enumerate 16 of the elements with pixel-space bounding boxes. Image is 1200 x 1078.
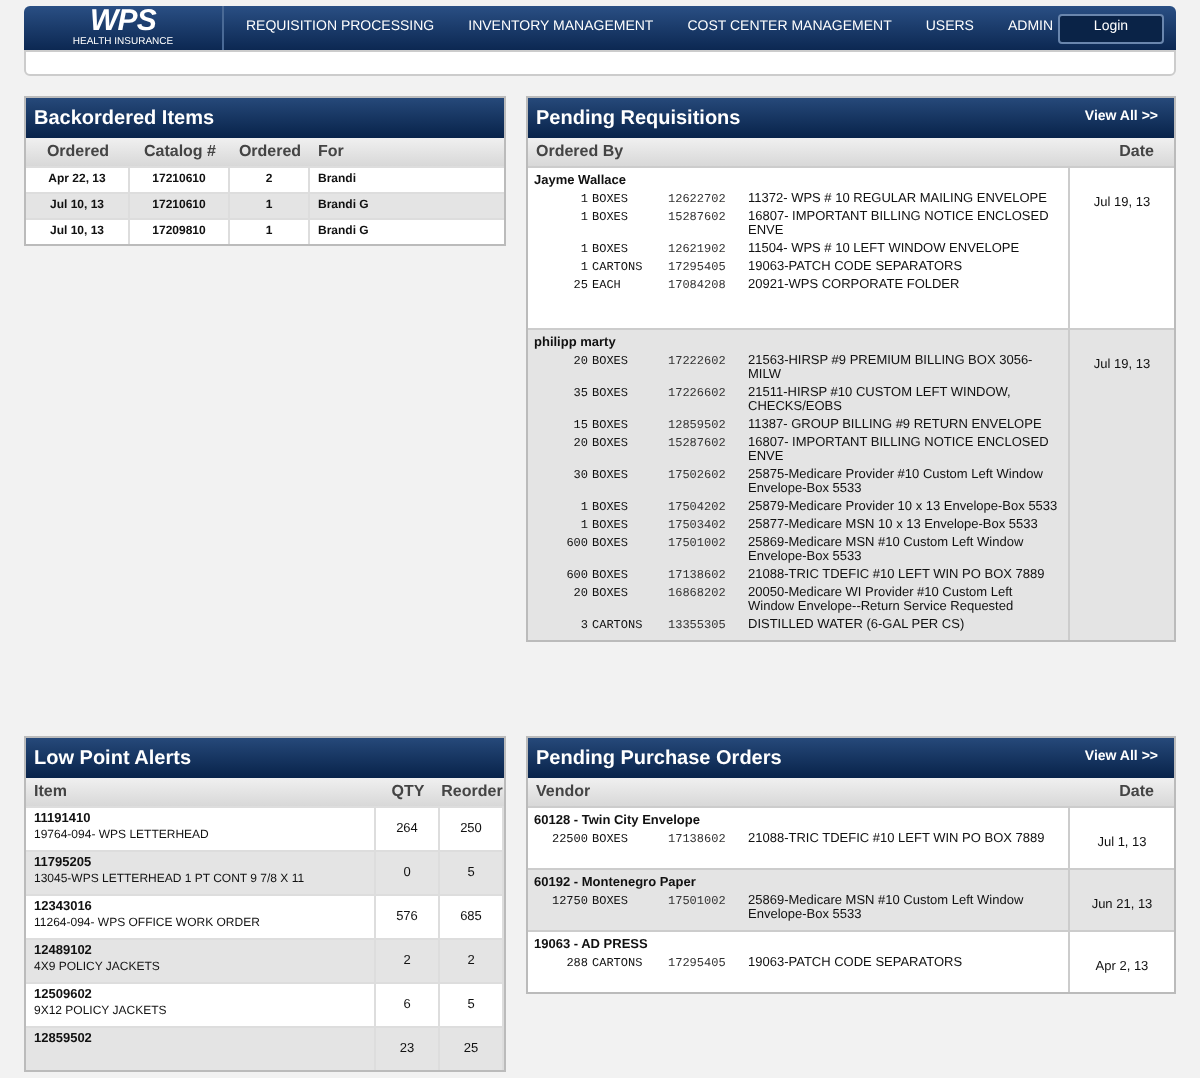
column-header: Ordered [26,138,130,166]
column-header: Item [26,778,376,806]
column-header: Catalog # [130,138,230,166]
panel-title: Pending Requisitions [536,105,741,133]
logo-text: WPS [89,8,157,36]
column-header: Date [1119,780,1156,804]
panel-title: Pending Purchase Orders [536,745,782,773]
column-header: Vendor [536,780,591,804]
column-header: Reorder [440,778,504,806]
column-header: QTY [376,778,440,806]
column-header: Ordered [230,138,310,166]
panel-title: Low Point Alerts [34,745,192,773]
column-header: Ordered By [536,140,624,164]
panel-title: Backordered Items [34,105,215,133]
column-header: Date [1119,140,1156,164]
column-header: For [310,138,504,166]
